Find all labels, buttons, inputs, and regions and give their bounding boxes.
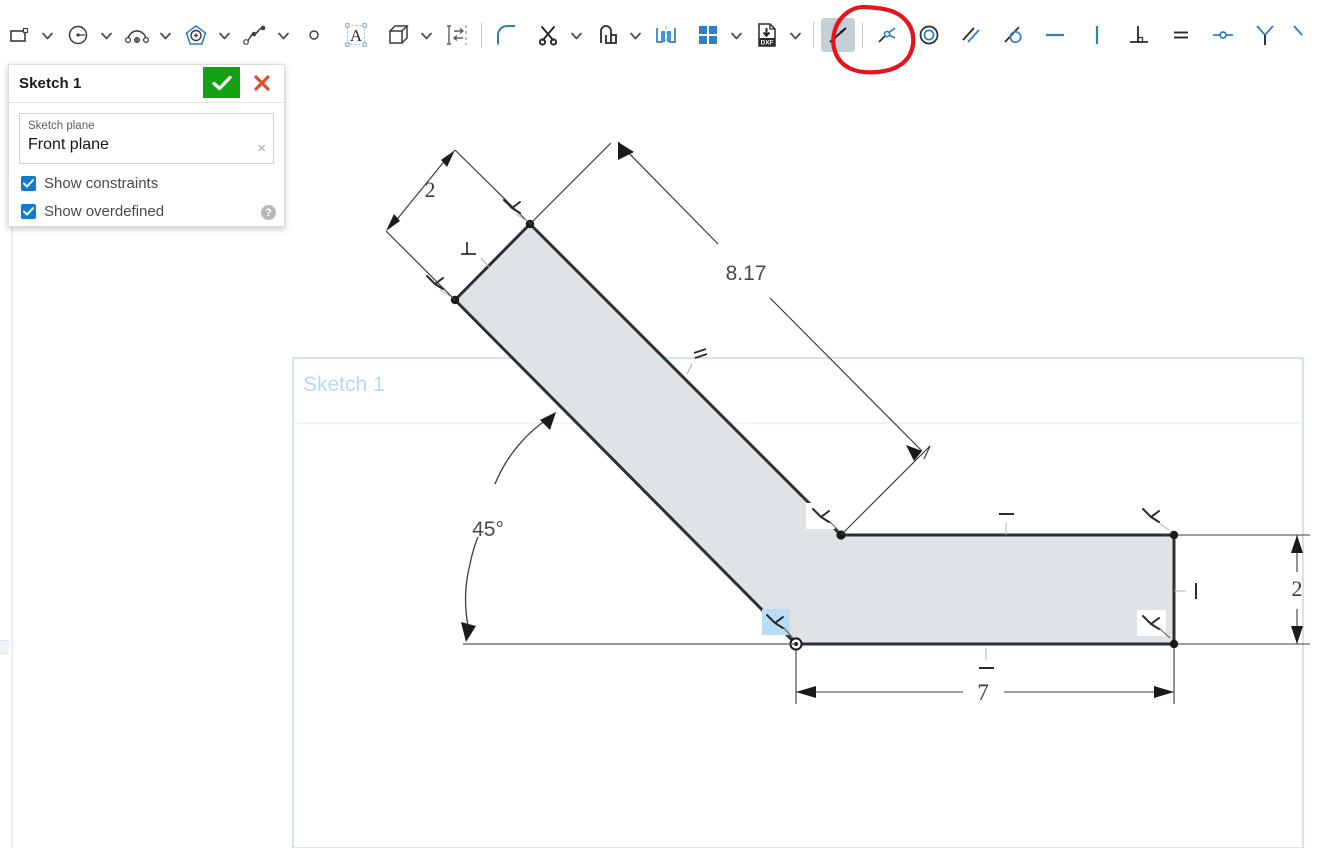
dimension-tool-button[interactable] bbox=[821, 18, 855, 52]
left-panel-resize-handle[interactable] bbox=[0, 640, 9, 654]
rectangle-tool-chevron-down-icon[interactable] bbox=[36, 20, 58, 50]
offset-tool-button[interactable] bbox=[440, 18, 474, 52]
coincident-constraint-marker-3[interactable] bbox=[806, 503, 838, 530]
app-root: A bbox=[0, 0, 1344, 848]
check-icon bbox=[211, 74, 233, 92]
show-overdefined-row[interactable]: Show overdefined bbox=[21, 203, 274, 220]
vertical-constraint-marker[interactable] bbox=[1174, 583, 1196, 599]
pattern-tool-chevron-down-icon[interactable] bbox=[725, 20, 747, 50]
toolbar-divider-1 bbox=[481, 22, 482, 48]
sketch-plane-label: Sketch plane bbox=[28, 119, 265, 134]
coincident-constraint-marker-selected[interactable] bbox=[762, 609, 793, 638]
sketch-plane-clear-icon[interactable]: × bbox=[257, 142, 266, 156]
arc-tool-button[interactable] bbox=[120, 18, 154, 52]
spline-tool-button[interactable] bbox=[238, 18, 272, 52]
checkbox-check-icon bbox=[23, 179, 34, 188]
toolbar-divider-3 bbox=[862, 22, 863, 48]
show-constraints-checkbox[interactable] bbox=[21, 176, 36, 191]
perpendicular-constraint-button[interactable] bbox=[1122, 18, 1156, 52]
horizontal-constraint-marker-bottom[interactable] bbox=[979, 648, 994, 668]
perpendicular-constraint-marker[interactable] bbox=[461, 242, 489, 267]
extend-tool-button[interactable] bbox=[590, 18, 624, 52]
circle-tool-button[interactable] bbox=[61, 18, 95, 52]
vertical-constraint-button[interactable] bbox=[1080, 18, 1114, 52]
show-constraints-row[interactable]: Show constraints bbox=[21, 175, 274, 192]
checkbox-check-icon bbox=[23, 207, 34, 216]
toolbar-divider-2 bbox=[813, 22, 814, 48]
horizontal-constraint-button[interactable] bbox=[1038, 18, 1072, 52]
trim-tool-button[interactable] bbox=[531, 18, 565, 52]
show-overdefined-label: Show overdefined bbox=[44, 203, 164, 220]
midpoint-constraint-button[interactable] bbox=[1206, 18, 1240, 52]
sketch-toolbar: A bbox=[0, 0, 1344, 70]
equal-constraint-marker[interactable] bbox=[687, 349, 707, 374]
sketch-dialog-body: Sketch plane Front plane × Show constrai… bbox=[9, 103, 284, 226]
angle-dimension-45-value[interactable]: 45° bbox=[472, 518, 504, 541]
polygon-tool-chevron-down-icon[interactable] bbox=[213, 20, 235, 50]
use-projection-tool-chevron-down-icon[interactable] bbox=[415, 20, 437, 50]
cancel-button[interactable] bbox=[247, 67, 277, 98]
import-dxf-tool-button[interactable]: DXF bbox=[750, 18, 784, 52]
coincident-constraint-marker-5[interactable] bbox=[1137, 610, 1170, 638]
close-icon bbox=[253, 74, 271, 92]
sketch-plane-value[interactable]: Front plane bbox=[28, 134, 265, 156]
sketch-dialog: Sketch 1 Sketch plane Front plane × Show… bbox=[8, 64, 285, 227]
trim-tool-chevron-down-icon[interactable] bbox=[565, 20, 587, 50]
fillet-tool-button[interactable] bbox=[489, 18, 523, 52]
length-dimension-8-17-value[interactable]: 8.17 bbox=[726, 262, 767, 285]
sketch-plane-field[interactable]: Sketch plane Front plane × bbox=[19, 113, 274, 164]
circle-tool-chevron-down-icon[interactable] bbox=[95, 20, 117, 50]
show-overdefined-checkbox[interactable] bbox=[21, 204, 36, 219]
extend-tool-chevron-down-icon[interactable] bbox=[624, 20, 646, 50]
tangent-constraint-button[interactable] bbox=[996, 18, 1030, 52]
vertex-point[interactable] bbox=[1170, 640, 1178, 648]
sketch-profile-shape[interactable] bbox=[455, 224, 1174, 644]
text-tool-button[interactable]: A bbox=[339, 18, 373, 52]
height-dimension-2-right[interactable] bbox=[1178, 535, 1310, 644]
svg-text:A: A bbox=[350, 26, 363, 45]
height-dimension-2-right-value[interactable]: 2 bbox=[1292, 576, 1303, 601]
use-projection-tool-button[interactable] bbox=[381, 18, 415, 52]
horizontal-constraint-marker-top[interactable] bbox=[999, 514, 1014, 535]
point-tool-button[interactable] bbox=[297, 18, 331, 52]
symmetric-constraint-button[interactable] bbox=[1248, 18, 1282, 52]
width-dimension-7-value[interactable]: 7 bbox=[977, 680, 989, 705]
coincident-constraint-marker-4[interactable] bbox=[1143, 509, 1169, 530]
polygon-tool-button[interactable] bbox=[179, 18, 213, 52]
vertex-point[interactable] bbox=[1170, 531, 1178, 539]
mirror-tool-button[interactable] bbox=[649, 18, 683, 52]
sketch-canvas-label: Sketch 1 bbox=[303, 373, 385, 396]
coincident-constraint-marker-2[interactable] bbox=[427, 276, 450, 296]
sketch-dialog-header: Sketch 1 bbox=[9, 65, 284, 103]
concentric-constraint-button[interactable] bbox=[912, 18, 946, 52]
sketch-dialog-title: Sketch 1 bbox=[19, 75, 82, 92]
import-dxf-tool-chevron-down-icon[interactable] bbox=[784, 20, 806, 50]
show-constraints-label: Show constraints bbox=[44, 175, 158, 192]
help-icon[interactable]: ? bbox=[261, 205, 276, 220]
width-dimension-2-upper-value[interactable]: 2 bbox=[425, 177, 436, 202]
coincident-constraint-button[interactable] bbox=[870, 18, 904, 52]
accept-button[interactable] bbox=[203, 67, 240, 98]
spline-tool-chevron-down-icon[interactable] bbox=[272, 20, 294, 50]
extra-constraint-button[interactable] bbox=[1285, 18, 1319, 52]
svg-text:DXF: DXF bbox=[761, 40, 774, 47]
pattern-tool-button[interactable] bbox=[691, 18, 725, 52]
parallel-constraint-button[interactable] bbox=[954, 18, 988, 52]
rectangle-tool-button[interactable] bbox=[2, 18, 36, 52]
equal-constraint-button[interactable] bbox=[1164, 18, 1198, 52]
arc-tool-chevron-down-icon[interactable] bbox=[154, 20, 176, 50]
